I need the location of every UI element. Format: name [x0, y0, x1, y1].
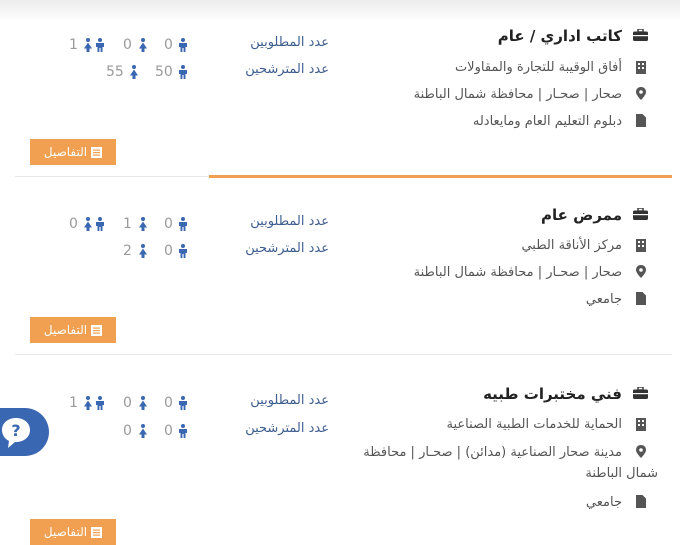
list-icon [91, 146, 103, 158]
job-location-continued: شمال الباطنة [585, 466, 658, 481]
briefcase-icon [633, 387, 648, 399]
candidates-female-count: 2 [123, 243, 132, 259]
required-male-count: 0 [164, 395, 173, 411]
candidates-male-count: 0 [164, 243, 173, 259]
female-icon [139, 424, 147, 438]
candidates-female-count: 55 [106, 64, 124, 80]
required-total-count: 1 [69, 395, 78, 411]
candidates-male-count: 0 [164, 423, 173, 439]
couple-icon [84, 217, 104, 231]
required-label: عدد المطلوبين [250, 393, 329, 408]
candidates-label: عدد المترشحين [245, 241, 329, 256]
candidates-label: عدد المترشحين [245, 421, 329, 436]
company-name: أفاق الوقيبة للتجارة والمقاولات [454, 60, 622, 75]
document-icon [636, 114, 646, 127]
required-total-count: 1 [69, 37, 78, 53]
document-icon [636, 495, 646, 508]
female-icon [130, 65, 138, 79]
map-pin-icon [636, 87, 646, 100]
job-location: مدينة صحار الصناعية (مدائن) | صحـار | مح… [363, 445, 622, 460]
separator [15, 176, 209, 177]
top-shadow [0, 0, 680, 22]
briefcase-icon [633, 29, 648, 41]
job-title[interactable]: كاتب اداري / عام [498, 27, 622, 45]
map-pin-icon [636, 265, 646, 278]
details-button[interactable]: التفاصيل [30, 317, 116, 343]
education-level: جامعي [585, 292, 622, 307]
list-icon [91, 324, 103, 336]
female-icon [139, 396, 147, 410]
required-male-count: 0 [164, 37, 173, 53]
education-level: جامعي [585, 495, 622, 510]
job-title[interactable]: ممرض عام [541, 206, 622, 224]
svg-text:?: ? [11, 421, 20, 440]
male-icon [179, 217, 187, 231]
male-icon [179, 396, 187, 410]
male-icon [179, 65, 187, 79]
map-pin-icon [636, 445, 646, 458]
required-female-count: 0 [123, 37, 132, 53]
candidates-label: عدد المترشحين [245, 62, 329, 77]
separator [15, 354, 672, 355]
couple-icon [84, 38, 104, 52]
female-icon [139, 244, 147, 258]
details-button-label: التفاصيل [43, 145, 88, 159]
list-icon [91, 526, 103, 538]
required-male-count: 0 [164, 216, 173, 232]
details-button-label: التفاصيل [43, 525, 88, 539]
male-icon [179, 38, 187, 52]
briefcase-icon [633, 208, 648, 220]
male-icon [179, 244, 187, 258]
required-female-count: 0 [123, 395, 132, 411]
job-location: صحار | صحـار | محافظة شمال الباطنة [413, 265, 622, 280]
company-name: الحماية للخدمات الطبية الصناعية [446, 417, 623, 432]
female-icon [139, 217, 147, 231]
details-button-label: التفاصيل [43, 323, 88, 337]
company-name: مركز الأناقة الطبي [521, 238, 622, 253]
document-icon [636, 292, 646, 305]
education-level: دبلوم التعليم العام ومايعادله [472, 114, 622, 129]
building-icon [636, 61, 646, 74]
candidates-male-count: 50 [155, 64, 173, 80]
required-label: عدد المطلوبين [250, 35, 329, 50]
details-button[interactable]: التفاصيل [30, 139, 116, 165]
building-icon [636, 418, 646, 431]
active-separator [209, 175, 672, 178]
required-female-count: 1 [123, 216, 132, 232]
couple-icon [84, 396, 104, 410]
chat-help-button[interactable]: ? [0, 408, 49, 456]
details-button[interactable]: التفاصيل [30, 519, 116, 545]
female-icon [139, 38, 147, 52]
required-total-count: 0 [69, 216, 78, 232]
male-icon [179, 424, 187, 438]
required-label: عدد المطلوبين [250, 214, 329, 229]
chat-help-icon: ? [2, 418, 30, 448]
building-icon [636, 239, 646, 252]
candidates-female-count: 0 [123, 423, 132, 439]
job-title[interactable]: فني مختبرات طبيه [483, 385, 622, 403]
job-location: صحار | صحـار | محافظة شمال الباطنة [413, 87, 622, 102]
